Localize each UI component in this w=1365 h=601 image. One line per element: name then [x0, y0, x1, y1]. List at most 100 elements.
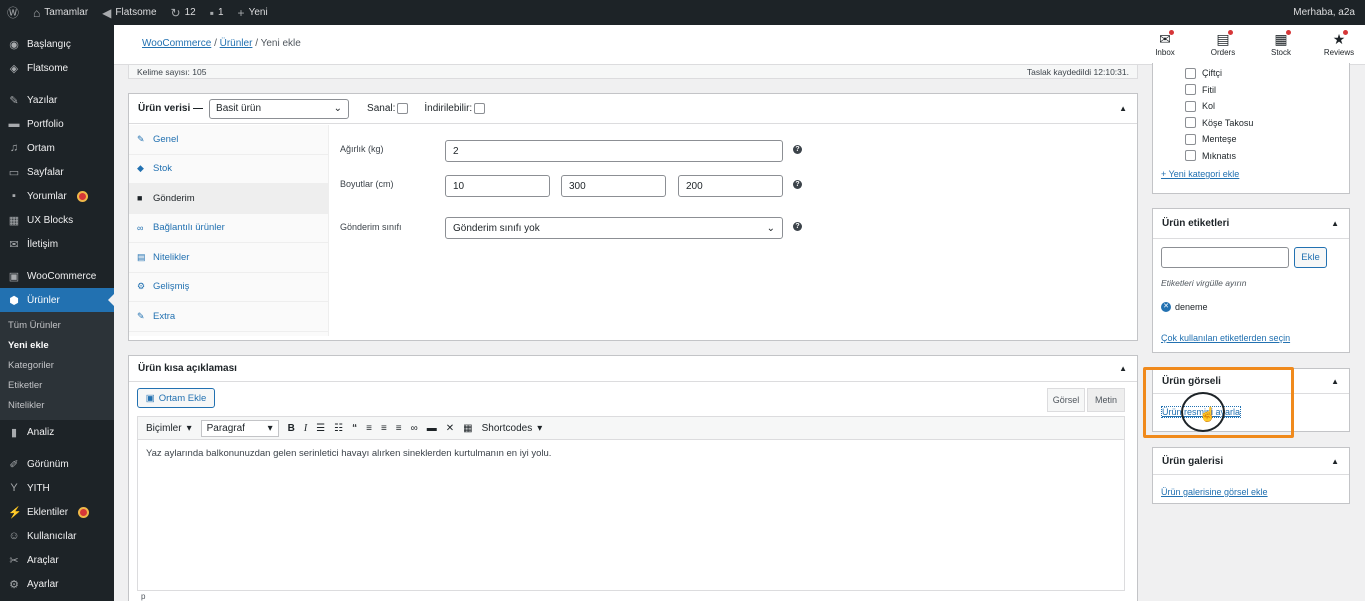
category-item[interactable]: Kol [1153, 98, 1349, 115]
align-center-icon[interactable]: ≡ [381, 423, 387, 434]
updates-link[interactable]: ↻ 12 [164, 0, 203, 25]
breadcrumb-woocommerce-link[interactable]: WooCommerce [142, 38, 211, 49]
submenu-categories[interactable]: Kategoriler [0, 356, 114, 376]
submenu-all-products[interactable]: Tüm Ürünler [0, 316, 114, 336]
add-media-button[interactable]: ▣ Ortam Ekle [137, 388, 215, 408]
weight-input[interactable]: 2 [445, 140, 783, 162]
width-input[interactable]: 300 [561, 175, 666, 197]
stock-button[interactable]: ▦ Stock [1265, 30, 1297, 57]
reviews-button[interactable]: ★ Reviews [1323, 30, 1355, 57]
toolbar-toggle-icon[interactable]: ▦ [463, 423, 472, 434]
popular-tags-link[interactable]: Çok kullanılan etiketlerden seçin [1161, 333, 1290, 343]
collapse-toggle-icon[interactable]: ▲ [1331, 377, 1339, 386]
italic-icon[interactable]: I [304, 423, 307, 434]
category-item[interactable]: Çiftçi [1153, 65, 1349, 82]
align-left-icon[interactable]: ≡ [366, 423, 372, 434]
height-input[interactable]: 200 [678, 175, 783, 197]
menu-woocommerce[interactable]: ▣ WooCommerce [0, 264, 114, 288]
tab-general[interactable]: ✎ Genel [129, 125, 328, 155]
paragraph-dropdown[interactable]: Paragraf ▾ [200, 419, 279, 437]
menu-comments[interactable]: ▪ Yorumlar [0, 184, 114, 208]
formats-dropdown[interactable]: Biçimler ▾ [146, 423, 192, 434]
account-menu[interactable]: Merhaba, a2a [1286, 0, 1365, 25]
submenu-attributes[interactable]: Nitelikler [0, 396, 114, 416]
remove-tag-icon[interactable]: ✕ [1161, 302, 1171, 312]
category-checkbox[interactable] [1185, 84, 1196, 96]
downloadable-checkbox[interactable] [474, 102, 486, 114]
comments-link[interactable]: ▪ 1 [203, 0, 231, 25]
category-checkbox[interactable] [1185, 100, 1196, 112]
tag-input[interactable] [1161, 247, 1289, 268]
menu-ux-blocks[interactable]: ▦ UX Blocks [0, 208, 114, 232]
menu-plugins[interactable]: ⚡ Eklentiler [0, 500, 114, 524]
help-icon[interactable]: ? [793, 222, 802, 231]
category-item[interactable]: Menteşe [1153, 131, 1349, 148]
submenu-tags[interactable]: Etiketler [0, 376, 114, 396]
shortcodes-dropdown[interactable]: Shortcodes ▾ [482, 423, 543, 434]
add-gallery-image-link[interactable]: Ürün galerisine görsel ekle [1161, 487, 1268, 497]
menu-users[interactable]: ☺ Kullanıcılar [0, 524, 114, 548]
menu-portfolio[interactable]: ▬ Portfolio [0, 112, 114, 136]
menu-dashboard[interactable]: ◉ Başlangıç [0, 32, 114, 56]
category-item[interactable]: Köşe Takosu [1153, 115, 1349, 132]
align-right-icon[interactable]: ≡ [396, 423, 402, 434]
theme-link[interactable]: ◀ Flatsome [95, 0, 163, 25]
menu-pages[interactable]: ▭ Sayfalar [0, 160, 114, 184]
collapse-toggle-icon[interactable]: ▲ [1119, 364, 1127, 373]
length-input[interactable]: 10 [445, 175, 550, 197]
category-checkbox[interactable] [1185, 133, 1196, 145]
collapse-toggle-icon[interactable]: ▲ [1119, 104, 1127, 113]
wordpress-logo-button[interactable]: Ⓦ [0, 0, 26, 25]
menu-posts[interactable]: ✎ Yazılar [0, 88, 114, 112]
category-checkbox[interactable] [1185, 150, 1196, 162]
menu-products[interactable]: ⬢ Ürünler [0, 288, 114, 312]
new-content-link[interactable]: + Yeni [231, 0, 275, 25]
tab-linked-products[interactable]: ∞ Bağlantılı ürünler [129, 214, 328, 243]
tab-shipping[interactable]: ■ Gönderim [129, 184, 328, 214]
tab-inventory[interactable]: ◆ Stok [129, 155, 328, 184]
weight-label: Ağırlık (kg) [340, 144, 384, 154]
tab-text[interactable]: Metin [1087, 388, 1125, 412]
add-tag-button[interactable]: Ekle [1294, 247, 1327, 268]
read-more-icon[interactable]: ▬ [427, 423, 437, 434]
users-icon: ☺ [8, 530, 20, 542]
tab-attributes[interactable]: ▤ Nitelikler [129, 243, 328, 273]
breadcrumb-products-link[interactable]: Ürünler [220, 38, 253, 49]
tab-visual[interactable]: Görsel [1047, 388, 1085, 412]
menu-appearance[interactable]: ✐ Görünüm [0, 452, 114, 476]
numbered-list-icon[interactable]: ☷ [334, 423, 343, 434]
menu-contact[interactable]: ✉ İletişim [0, 232, 114, 256]
category-checkbox[interactable] [1185, 117, 1196, 129]
category-item[interactable]: Mıknatıs [1153, 148, 1349, 165]
category-checkbox[interactable] [1185, 67, 1196, 79]
help-icon[interactable]: ? [793, 145, 802, 154]
menu-tools[interactable]: ✂ Araçlar [0, 548, 114, 572]
help-icon[interactable]: ? [793, 180, 802, 189]
submenu-add-new[interactable]: Yeni ekle [0, 336, 114, 356]
product-type-select[interactable]: Basit ürün ⌄ [209, 98, 350, 119]
collapse-toggle-icon[interactable]: ▲ [1331, 219, 1339, 228]
category-item[interactable]: Fitil [1153, 82, 1349, 99]
site-name-link[interactable]: ⌂ Tamamlar [26, 0, 95, 25]
inbox-button[interactable]: ✉ Inbox [1149, 30, 1181, 57]
chevron-down-icon: ⌄ [766, 222, 775, 234]
add-category-link[interactable]: + Yeni kategori ekle [1161, 169, 1239, 179]
virtual-checkbox[interactable] [397, 102, 409, 114]
menu-yith[interactable]: Y YITH [0, 476, 114, 500]
notification-badge [76, 190, 88, 202]
tab-advanced[interactable]: ⚙ Gelişmiş [129, 273, 328, 302]
link-icon[interactable]: ∞ [411, 423, 418, 434]
menu-analytics[interactable]: ▮ Analiz [0, 420, 114, 444]
tab-extra[interactable]: ✎ Extra [129, 302, 328, 332]
menu-media[interactable]: ♫ Ortam [0, 136, 114, 160]
fullscreen-icon[interactable]: ✕ [446, 423, 454, 434]
bold-icon[interactable]: B [288, 423, 295, 434]
blockquote-icon[interactable]: “ [352, 423, 357, 434]
bullet-list-icon[interactable]: ☰ [316, 423, 325, 434]
short-description-editor[interactable]: Yaz aylarında balkonunuzdan gelen serinl… [137, 439, 1125, 591]
menu-flatsome[interactable]: ◈ Flatsome [0, 56, 114, 80]
shipping-class-select[interactable]: Gönderim sınıfı yok ⌄ [445, 217, 783, 239]
orders-button[interactable]: ▤ Orders [1207, 30, 1239, 57]
menu-settings[interactable]: ⚙ Ayarlar [0, 572, 114, 596]
collapse-toggle-icon[interactable]: ▲ [1331, 457, 1339, 466]
